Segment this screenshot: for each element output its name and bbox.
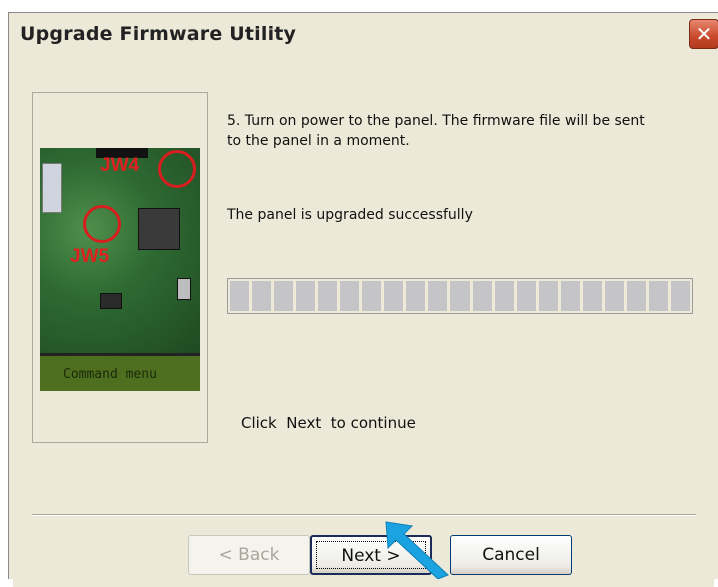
progress-segment [362, 281, 382, 311]
progress-segment [472, 281, 492, 311]
continue-hint: Click Next to continue [241, 414, 416, 432]
lcd-display: Command menu [40, 353, 200, 391]
arrow-pointer-icon [385, 521, 449, 579]
lcd-text: Command menu [63, 367, 157, 382]
progress-segment [340, 281, 360, 311]
jw4-marker [158, 150, 196, 188]
status-message: The panel is upgraded successfully [227, 207, 473, 223]
progress-segment [670, 281, 690, 311]
main-chip [138, 208, 180, 250]
dialog-body: JW4 JW5 Command menu 5. Turn on power to… [13, 57, 714, 587]
progress-segment [626, 281, 646, 311]
progress-segment [406, 281, 426, 311]
window-title: Upgrade Firmware Utility [20, 23, 297, 45]
title-bar[interactable]: Upgrade Firmware Utility ✕ [9, 13, 718, 55]
progress-segment [494, 281, 514, 311]
circuit-board-photo: JW4 JW5 Command menu [40, 148, 200, 391]
close-icon: ✕ [695, 22, 713, 46]
small-chip [100, 293, 122, 309]
button-divider [32, 514, 696, 516]
back-button-label: < Back [218, 545, 280, 565]
jw5-label: JW5 [70, 246, 110, 267]
progress-segment [516, 281, 536, 311]
progress-segment [604, 281, 624, 311]
close-button[interactable]: ✕ [689, 19, 718, 49]
sticker-label [42, 163, 62, 213]
progress-segment [648, 281, 668, 311]
crystal [177, 278, 191, 300]
upgrade-progress-bar [227, 278, 693, 314]
progress-segment [560, 281, 580, 311]
back-button[interactable]: < Back [188, 535, 310, 575]
progress-segment [274, 281, 294, 311]
progress-segment [450, 281, 470, 311]
jw4-label: JW4 [100, 155, 140, 176]
instruction-line-2: to the panel in a moment. [227, 133, 410, 149]
progress-segment [252, 281, 272, 311]
progress-segment [230, 281, 250, 311]
progress-segment [384, 281, 404, 311]
jw5-marker [83, 205, 121, 243]
circuit-board: JW4 JW5 [40, 148, 200, 353]
panel-photo-frame: JW4 JW5 Command menu [32, 92, 208, 443]
cancel-button-label: Cancel [482, 545, 540, 565]
progress-segment [582, 281, 602, 311]
progress-segment [318, 281, 338, 311]
dialog-window: Upgrade Firmware Utility ✕ JW4 JW5 Comma… [8, 12, 718, 587]
progress-segment [428, 281, 448, 311]
progress-segment [538, 281, 558, 311]
instruction-line-1: 5. Turn on power to the panel. The firmw… [227, 113, 645, 129]
progress-segment [296, 281, 316, 311]
cancel-button[interactable]: Cancel [450, 535, 572, 575]
